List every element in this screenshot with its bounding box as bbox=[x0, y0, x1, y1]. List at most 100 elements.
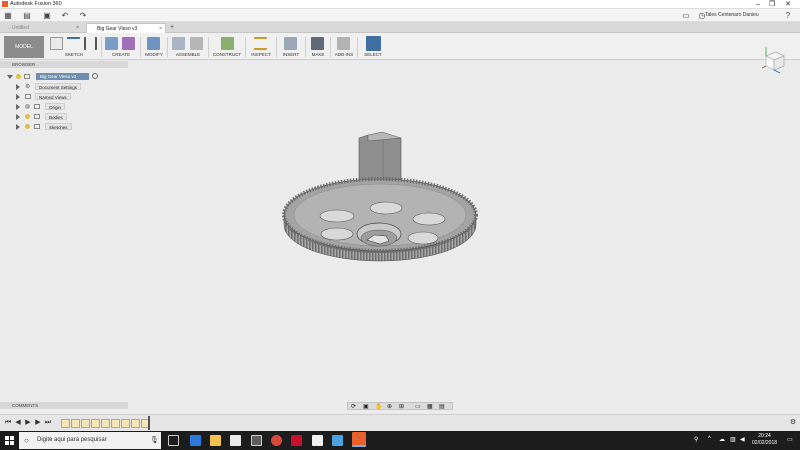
collapse-icon[interactable] bbox=[7, 74, 13, 79]
timeline-feature[interactable] bbox=[61, 419, 70, 428]
store-icon[interactable] bbox=[230, 435, 241, 446]
undo-icon[interactable]: ↶ bbox=[60, 11, 70, 20]
browser-root-row[interactable]: Big Gear Vleso v3 bbox=[7, 72, 98, 81]
microphone-icon[interactable]: 🎙 bbox=[150, 432, 159, 449]
minimize-button[interactable]: – bbox=[751, 0, 765, 9]
zoom-icon[interactable]: ⊕ bbox=[387, 403, 392, 410]
press-pull-icon[interactable] bbox=[147, 37, 160, 50]
insert-group[interactable]: INSERT bbox=[278, 35, 304, 59]
scripts-addins-icon[interactable] bbox=[337, 37, 350, 50]
activate-radio-icon[interactable] bbox=[92, 73, 98, 79]
pan-icon[interactable]: ✋ bbox=[375, 403, 382, 410]
orbit-icon[interactable]: ⟳ bbox=[351, 403, 356, 410]
calculator-icon[interactable] bbox=[251, 435, 262, 446]
close-tab-icon[interactable]: × bbox=[76, 23, 79, 33]
new-tab-button[interactable]: + bbox=[168, 23, 178, 33]
fusion360-taskbar-icon[interactable] bbox=[352, 432, 366, 447]
step-forward-icon[interactable]: ▶ bbox=[34, 419, 42, 427]
task-view-icon[interactable] bbox=[168, 435, 179, 446]
taskbar-search-input[interactable]: ○ Digite aqui para pesquisar 🎙 bbox=[19, 432, 161, 449]
visibility-bulb-icon[interactable] bbox=[16, 74, 21, 79]
visibility-bulb-icon[interactable] bbox=[25, 124, 30, 129]
viewcube-icon[interactable] bbox=[758, 44, 788, 74]
timeline-marker[interactable] bbox=[148, 416, 150, 430]
help-icon[interactable]: ? bbox=[783, 11, 793, 20]
onedrive-icon[interactable]: ☁ bbox=[719, 436, 725, 443]
redo-icon[interactable]: ↷ bbox=[78, 11, 88, 20]
comments-panel[interactable]: COMMENTS bbox=[0, 402, 128, 409]
create-sketch-icon[interactable] bbox=[50, 37, 63, 50]
offset-plane-icon[interactable] bbox=[221, 37, 234, 50]
timeline-feature[interactable] bbox=[121, 419, 130, 428]
browser-item-origin[interactable]: Origin bbox=[16, 102, 106, 111]
save-icon[interactable]: ▣ bbox=[42, 11, 52, 20]
app-icon[interactable] bbox=[332, 435, 343, 446]
windows-start-icon[interactable] bbox=[5, 436, 14, 445]
grid-settings-icon[interactable]: ▦ bbox=[427, 403, 433, 410]
browser-item-sketches[interactable]: Sketches bbox=[16, 122, 106, 131]
select-group[interactable]: SELECT bbox=[359, 35, 387, 59]
mail-icon[interactable] bbox=[312, 435, 323, 446]
browser-item-named-views[interactable]: Named Views bbox=[16, 92, 106, 101]
workspace-switcher[interactable]: MODEL bbox=[4, 36, 44, 58]
timeline-feature[interactable] bbox=[71, 419, 80, 428]
tab-big-gear[interactable]: Big Gear Vleso v3 × bbox=[86, 23, 166, 33]
create-group[interactable]: CREATE bbox=[103, 35, 139, 59]
job-status-icon[interactable]: ▭ bbox=[681, 11, 691, 20]
data-panel-grid-icon[interactable]: ▦ bbox=[3, 11, 13, 20]
fit-icon[interactable]: ⊞ bbox=[399, 403, 404, 410]
extrude-icon[interactable] bbox=[105, 37, 118, 50]
expand-icon[interactable] bbox=[16, 123, 20, 130]
create-form-icon[interactable] bbox=[122, 37, 135, 50]
add-ins-group[interactable]: ADD-INS bbox=[332, 35, 356, 59]
network-icon[interactable]: ▥ bbox=[730, 436, 736, 443]
sketch-group[interactable]: SKETCH bbox=[48, 35, 100, 59]
modify-group[interactable]: MODIFY bbox=[142, 35, 166, 59]
go-to-end-icon[interactable]: ⏭ bbox=[44, 419, 52, 427]
play-icon[interactable]: ▶ bbox=[24, 419, 32, 427]
timeline-feature[interactable] bbox=[91, 419, 100, 428]
make-group[interactable]: MAKE bbox=[307, 35, 329, 59]
go-to-start-icon[interactable]: ⏮ bbox=[4, 419, 12, 427]
inspect-group[interactable]: INSPECT bbox=[247, 35, 275, 59]
viewports-icon[interactable]: ▤ bbox=[439, 403, 445, 410]
action-center-icon[interactable]: ▭ bbox=[787, 436, 793, 443]
browser-header[interactable]: BROWSER bbox=[0, 61, 128, 68]
insert-image-icon[interactable] bbox=[284, 37, 297, 50]
timeline-feature[interactable] bbox=[111, 419, 120, 428]
acrobat-icon[interactable] bbox=[291, 435, 302, 446]
file-menu-icon[interactable]: ▤ bbox=[22, 11, 32, 20]
tab-untitled[interactable]: Untitled × bbox=[2, 23, 82, 33]
tray-chevron-icon[interactable]: ^ bbox=[708, 436, 711, 442]
timeline-feature[interactable] bbox=[101, 419, 110, 428]
gear-3d-model[interactable] bbox=[270, 130, 490, 270]
user-account-name[interactable]: Tales Centenaro Danieu bbox=[705, 12, 759, 18]
new-component-icon[interactable] bbox=[172, 37, 185, 50]
timeline-feature[interactable] bbox=[131, 419, 140, 428]
select-cursor-icon[interactable] bbox=[366, 36, 381, 51]
display-settings-icon[interactable]: ▭ bbox=[415, 403, 421, 410]
line-icon[interactable] bbox=[67, 37, 80, 50]
people-icon[interactable]: ⚲ bbox=[694, 436, 698, 443]
look-at-icon[interactable]: ▣ bbox=[363, 403, 369, 410]
browser-item-document-settings[interactable]: ⚙ Document Settings bbox=[16, 82, 106, 91]
dimension-icon[interactable] bbox=[84, 37, 97, 50]
step-back-icon[interactable]: ◀ bbox=[14, 419, 22, 427]
maximize-button[interactable]: ❐ bbox=[765, 0, 779, 9]
visibility-bulb-icon[interactable] bbox=[25, 104, 30, 109]
expand-icon[interactable] bbox=[16, 93, 20, 100]
chrome-icon[interactable] bbox=[271, 435, 282, 446]
edge-browser-icon[interactable] bbox=[190, 435, 201, 446]
visibility-bulb-icon[interactable] bbox=[25, 114, 30, 119]
measure-icon[interactable] bbox=[254, 37, 267, 50]
taskbar-clock[interactable]: 20:24 02/02/2018 bbox=[752, 433, 777, 447]
volume-icon[interactable]: ◀ bbox=[740, 436, 745, 443]
joint-icon[interactable] bbox=[190, 37, 203, 50]
browser-item-bodies[interactable]: Bodies bbox=[16, 112, 106, 121]
3d-print-icon[interactable] bbox=[311, 37, 324, 50]
expand-icon[interactable] bbox=[16, 103, 20, 110]
timeline-settings-icon[interactable]: ⚙ bbox=[789, 419, 797, 427]
timeline-feature[interactable] bbox=[81, 419, 90, 428]
close-button[interactable]: ✕ bbox=[781, 0, 795, 9]
expand-icon[interactable] bbox=[16, 113, 20, 120]
